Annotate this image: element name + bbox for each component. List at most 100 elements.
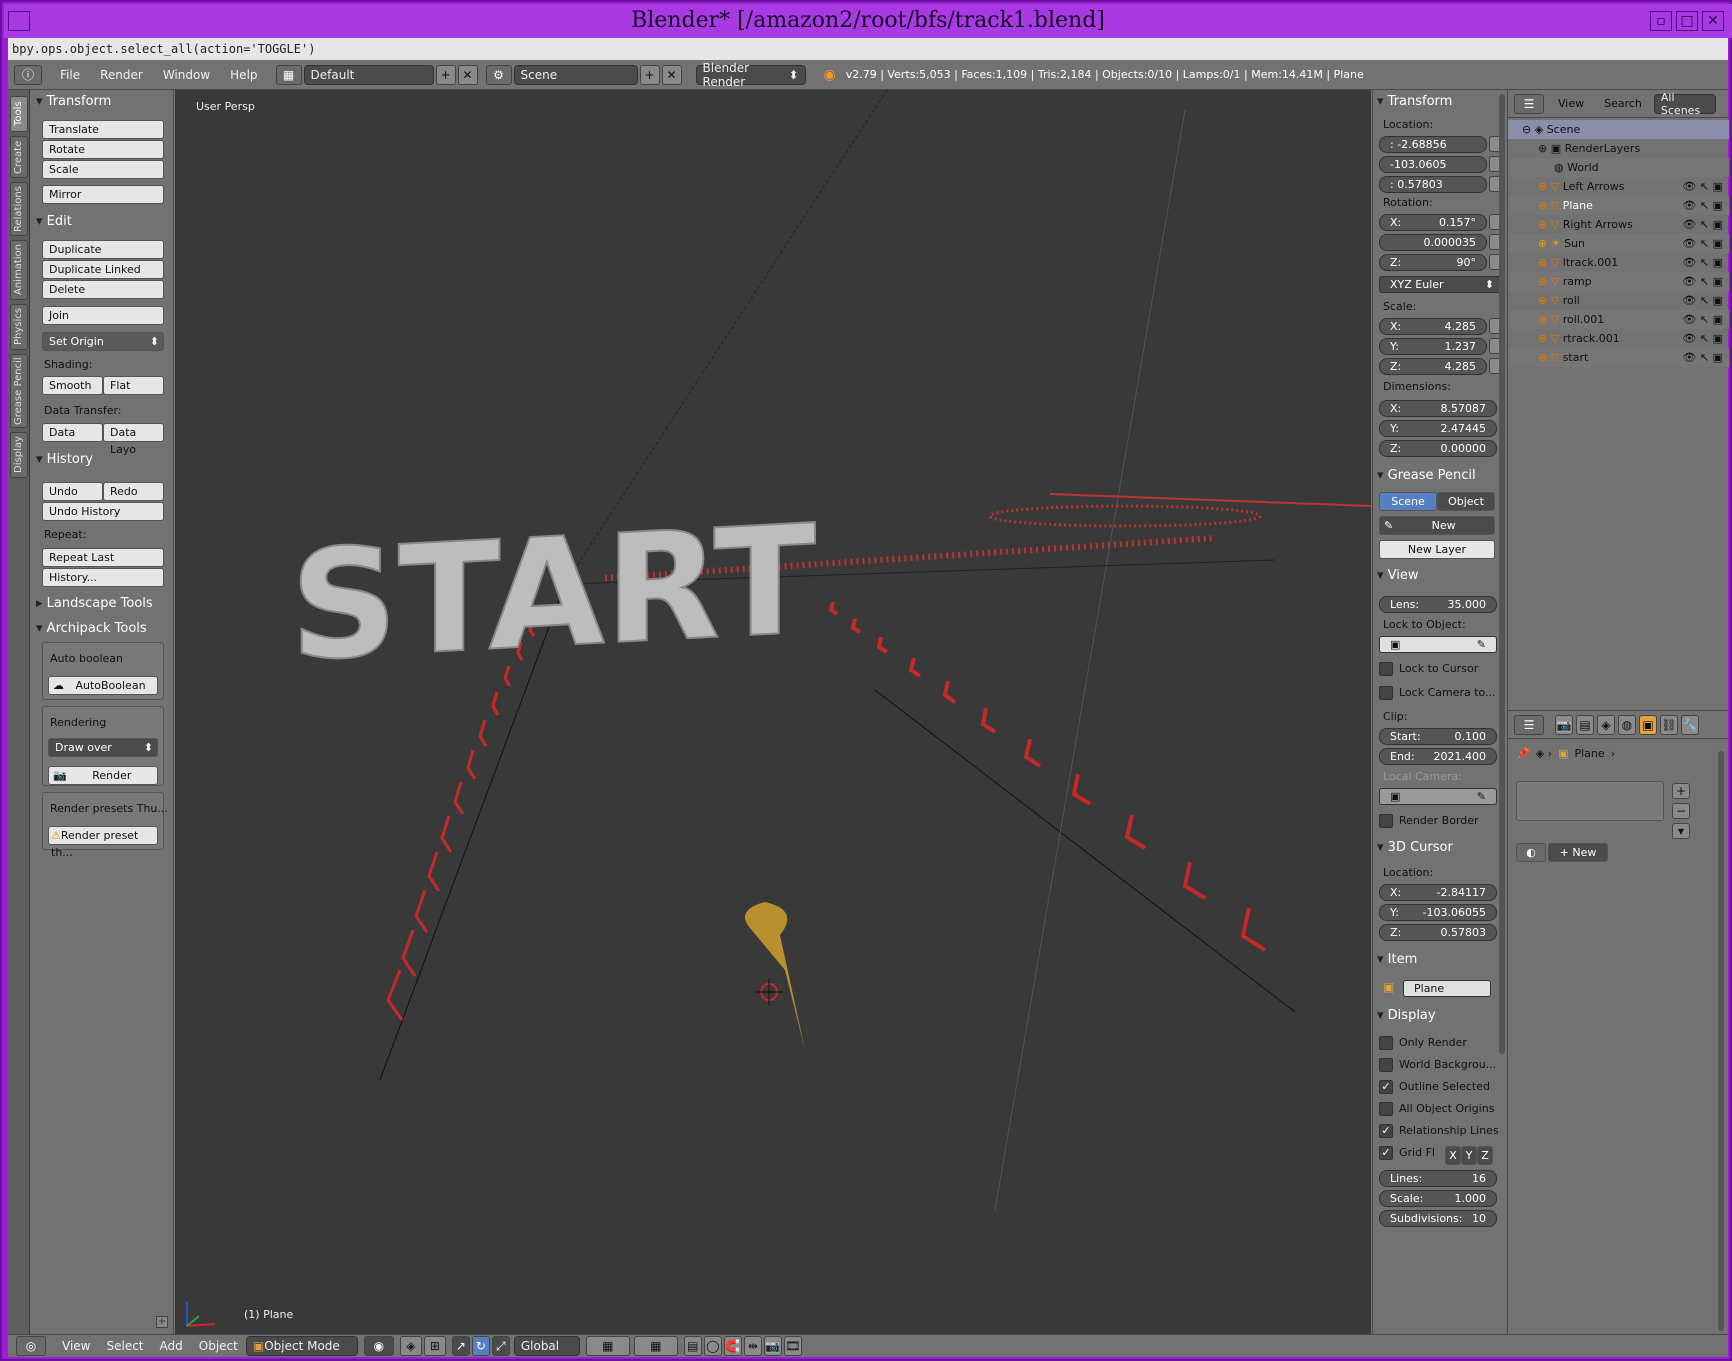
outliner-item-start[interactable]: ⊕ ▽ start 👁 ↖ ▣ (1508, 348, 1729, 367)
rotate-gizmo-icon[interactable]: ↻ (471, 1336, 490, 1356)
outliner-item-world[interactable]: ◍ World (1508, 158, 1729, 177)
menu-help[interactable]: Help (220, 68, 267, 82)
select-menu[interactable]: Select (98, 1339, 151, 1353)
menu-file[interactable]: File (50, 68, 90, 82)
visibility-icons[interactable]: 👁 ↖ ▣ (1682, 253, 1723, 272)
panel-archipack-header[interactable]: Archipack Tools (36, 619, 147, 639)
pin-icon[interactable]: 📌 (1516, 747, 1530, 760)
outliner-item-ltrack[interactable]: ⊕ ▽ ltrack.001 👁 ↖ ▣ (1508, 253, 1729, 272)
smooth-button[interactable]: Smooth (42, 376, 103, 395)
only-render-checkbox[interactable] (1379, 1036, 1393, 1050)
menu-window[interactable]: Window (153, 68, 220, 82)
render-tab-icon[interactable]: 📷 (1555, 714, 1573, 735)
duplicate-button[interactable]: Duplicate (42, 240, 164, 259)
outliner-item-plane[interactable]: ⊕ ▽ Plane 👁 ↖ ▣ (1508, 196, 1729, 215)
grid-axis-z-toggle[interactable]: Z (1477, 1146, 1493, 1165)
close-icon[interactable]: ✕ (1702, 11, 1724, 31)
outliner-item-left-arrows[interactable]: ⊕ ▽ Left Arrows 👁 ↖ ▣ (1508, 177, 1729, 196)
item-header[interactable]: Item (1377, 950, 1418, 970)
redo-button[interactable]: Redo (103, 482, 164, 501)
eyedropper-icon[interactable]: ✎ (1477, 789, 1486, 804)
scene-icon[interactable]: ⚙ (485, 64, 512, 85)
scene-add-icon[interactable]: + (639, 64, 660, 85)
undo-history-button[interactable]: Undo History (42, 502, 164, 521)
outliner-type-icon[interactable]: ☰ (1514, 93, 1544, 114)
grid-axis-x-toggle[interactable]: X (1445, 1146, 1461, 1165)
render-engine-select[interactable]: Blender Render ⬍ (695, 61, 806, 89)
gp-new-layer-button[interactable]: New Layer (1379, 540, 1495, 559)
manipulator-icon[interactable]: ⊞ (423, 1336, 446, 1356)
scene-tab-icon[interactable]: ◈ (1597, 714, 1615, 735)
outliner-item-ramp[interactable]: ⊕ ▽ ramp 👁 ↖ ▣ (1508, 272, 1729, 291)
constraints-tab-icon[interactable]: ⛓ (1660, 714, 1678, 735)
autoboolean-button[interactable]: ☁ AutoBoolean (48, 676, 158, 695)
layout-add-icon[interactable]: + (435, 64, 456, 85)
dimension-z-field[interactable]: Z: 0.00000 (1379, 440, 1497, 457)
lock-cursor-checkbox[interactable] (1379, 662, 1393, 676)
tab-relations[interactable]: Relations (10, 182, 28, 236)
lock-camera-checkbox[interactable] (1379, 686, 1393, 700)
draw-over-select[interactable]: Draw over ⬍ (48, 738, 158, 757)
visibility-icons[interactable]: 👁 ↖ ▣ (1682, 177, 1723, 196)
slot-remove-icon[interactable]: − (1672, 803, 1690, 819)
visibility-icons[interactable]: 👁 ↖ ▣ (1682, 291, 1723, 310)
lens-field[interactable]: Lens: 35.000 (1379, 596, 1497, 613)
grid-lines-field[interactable]: Lines: 16 (1379, 1170, 1497, 1187)
layers-grid-icon[interactable]: ▦ (585, 1336, 630, 1356)
relationship-lines-checkbox[interactable]: ✓ (1379, 1124, 1393, 1138)
repeat-last-button[interactable]: Repeat Last (42, 548, 164, 567)
rotation-x-field[interactable]: X: 0.157° (1379, 214, 1487, 231)
modifiers-tab-icon[interactable]: 🔧 (1681, 714, 1699, 735)
location-z-field[interactable]: : 0.57803 (1379, 176, 1487, 193)
item-name-field[interactable]: Plane (1403, 980, 1491, 997)
clip-end-field[interactable]: End: 2021.400 (1379, 748, 1497, 765)
n-transform-header[interactable]: Transform (1377, 92, 1453, 112)
data-layout-button[interactable]: Data Layo (103, 423, 164, 456)
viewport-type-icon[interactable]: ◎ (16, 1336, 46, 1356)
tab-tools[interactable]: Tools (10, 96, 28, 132)
object-tab-icon[interactable]: ▣ (1639, 714, 1657, 735)
translate-gizmo-icon[interactable]: ↗ (451, 1336, 470, 1356)
tab-display[interactable]: Display (10, 432, 28, 478)
panel-history-header[interactable]: History (36, 450, 93, 470)
tab-animation[interactable]: Animation (10, 240, 28, 300)
layers-tab-icon[interactable]: ▤ (1576, 714, 1594, 735)
cursor-z-field[interactable]: Z: 0.57803 (1379, 924, 1497, 941)
scale-button[interactable]: Scale (42, 160, 164, 179)
3d-viewport[interactable]: User Persp START (1) Plane (175, 90, 1371, 1334)
rotation-z-field[interactable]: Z: 90° (1379, 254, 1487, 271)
outliner-item-rtrack[interactable]: ⊕ ▽ rtrack.001 👁 ↖ ▣ (1508, 329, 1729, 348)
info-editor-type-icon[interactable]: ⓘ (14, 64, 42, 85)
grid-axis-y-toggle[interactable]: Y (1461, 1146, 1477, 1165)
layout-select[interactable]: Default (303, 64, 434, 85)
render-button[interactable]: 📷 Render (48, 766, 158, 785)
visibility-icons[interactable]: 👁 ↖ ▣ (1682, 272, 1723, 291)
layer-lock-icon[interactable]: ▤ (683, 1336, 702, 1356)
join-button[interactable]: Join (42, 306, 164, 325)
properties-scrollbar[interactable] (1499, 94, 1505, 1054)
snap-icon[interactable]: 🧲 (723, 1336, 742, 1356)
clip-start-field[interactable]: Start: 0.100 (1379, 728, 1497, 745)
window-menu-icon[interactable] (8, 11, 30, 31)
layout-remove-icon[interactable]: ✕ (457, 64, 478, 85)
layers-grid-2-icon[interactable]: ▦ (633, 1336, 678, 1356)
visibility-icons[interactable]: 👁 ↖ ▣ (1682, 215, 1723, 234)
scale-gizmo-icon[interactable]: ⤢ (491, 1336, 510, 1356)
local-camera-field[interactable]: ▣ ✎ (1379, 788, 1497, 805)
scale-y-field[interactable]: Y: 1.237 (1379, 338, 1487, 355)
n-view-header[interactable]: View (1377, 566, 1419, 586)
render-preview-icon[interactable]: 📷 (763, 1336, 782, 1356)
outliner-item-renderlayers[interactable]: ⊕ ▣ RenderLayers (1508, 139, 1729, 158)
render-border-checkbox[interactable] (1379, 814, 1393, 828)
panel-transform-header[interactable]: Transform (36, 92, 112, 112)
outliner-search-menu[interactable]: Search (1604, 97, 1642, 110)
cursor-header[interactable]: 3D Cursor (1377, 838, 1453, 858)
minimize-icon[interactable]: ▫ (1650, 11, 1672, 31)
grid-floor-checkbox[interactable]: ✓ (1379, 1146, 1393, 1160)
flat-button[interactable]: Flat (103, 376, 164, 395)
all-origins-checkbox[interactable] (1379, 1102, 1393, 1116)
dimension-x-field[interactable]: X: 8.57087 (1379, 400, 1497, 417)
location-x-field[interactable]: : -2.68856 (1379, 136, 1487, 153)
slot-menu-icon[interactable]: ▾ (1672, 823, 1690, 839)
properties-type-icon[interactable]: ☰ (1514, 714, 1544, 735)
